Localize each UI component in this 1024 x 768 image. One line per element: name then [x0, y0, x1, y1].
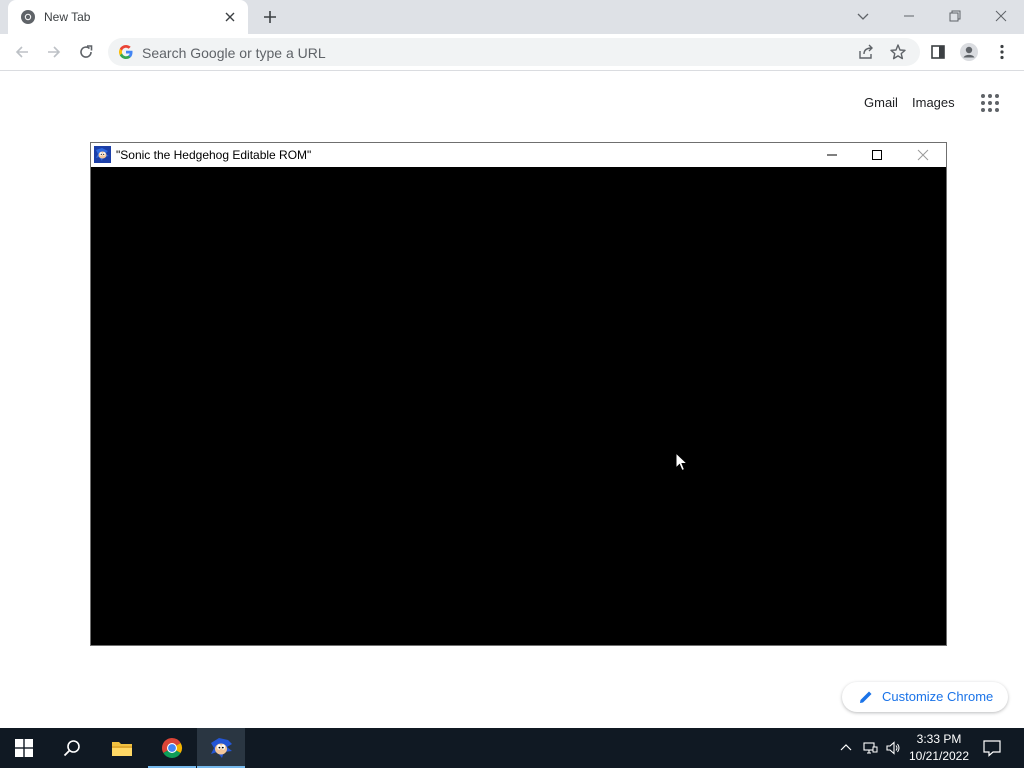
forward-arrow-icon[interactable]	[44, 42, 64, 62]
tab-close-icon[interactable]	[222, 9, 238, 25]
taskbar-clock[interactable]: 3:33 PM 10/21/2022	[906, 731, 972, 765]
minimize-icon[interactable]	[899, 6, 919, 26]
taskbar	[0, 728, 1024, 768]
chrome-icon	[162, 738, 182, 758]
clock-date: 10/21/2022	[908, 749, 970, 763]
close-window-icon[interactable]	[991, 6, 1011, 26]
share-icon[interactable]	[857, 43, 875, 61]
sonic-icon	[94, 146, 111, 163]
back-arrow-icon[interactable]	[12, 42, 32, 62]
restore-icon[interactable]	[945, 6, 965, 26]
emulator-maximize-icon[interactable]	[867, 145, 887, 165]
pencil-icon	[858, 689, 874, 705]
taskbar-file-explorer[interactable]	[98, 728, 146, 768]
start-button[interactable]	[0, 728, 48, 768]
tab-title: New Tab	[44, 10, 91, 24]
omnibox[interactable]: Search Google or type a URL	[108, 38, 920, 66]
customize-chrome-label: Customize Chrome	[882, 689, 994, 704]
side-panel-icon[interactable]	[928, 42, 948, 62]
chrome-icon	[20, 9, 36, 25]
customize-chrome-button[interactable]: Customize Chrome	[842, 682, 1008, 712]
browser-toolbar: Search Google or type a URL	[0, 34, 1024, 71]
bookmark-star-icon[interactable]	[889, 43, 907, 61]
gmail-link[interactable]: Gmail	[864, 95, 898, 110]
emulator-title: "Sonic the Hedgehog Editable ROM"	[116, 148, 312, 162]
google-g-icon	[118, 44, 134, 60]
search-icon	[63, 740, 80, 757]
emulator-game-screen[interactable]	[91, 167, 946, 645]
profile-avatar-icon[interactable]	[959, 42, 979, 62]
reload-icon[interactable]	[76, 42, 96, 62]
tab-new-tab[interactable]: New Tab	[8, 0, 248, 34]
sonic-icon	[211, 738, 232, 758]
omnibox-placeholder: Search Google or type a URL	[142, 45, 326, 61]
clock-time: 3:33 PM	[916, 732, 962, 746]
taskbar-chrome[interactable]	[148, 728, 196, 768]
file-explorer-icon	[112, 742, 132, 756]
new-tab-plus-icon[interactable]	[260, 7, 280, 27]
chrome-menu-icon[interactable]	[992, 42, 1012, 62]
images-link[interactable]: Images	[912, 95, 955, 110]
start-icon	[15, 739, 33, 757]
emulator-titlebar[interactable]: "Sonic the Hedgehog Editable ROM"	[91, 143, 946, 167]
tray-chevron-up-icon[interactable]	[838, 740, 854, 756]
tab-search-chevron-icon[interactable]	[853, 6, 873, 26]
network-icon[interactable]	[862, 740, 878, 756]
emulator-minimize-icon[interactable]	[822, 145, 842, 165]
taskbar-search-button[interactable]	[48, 728, 96, 768]
emulator-close-icon[interactable]	[913, 145, 933, 165]
volume-icon[interactable]	[885, 740, 901, 756]
screen: New Tab Search Google or type a URL Gmai…	[0, 0, 1024, 768]
tab-strip: New Tab	[0, 0, 1024, 34]
google-apps-icon[interactable]	[980, 93, 1000, 113]
mouse-cursor-icon	[675, 451, 689, 472]
emulator-window[interactable]: "Sonic the Hedgehog Editable ROM"	[90, 142, 947, 646]
notification-center-icon[interactable]	[982, 738, 1002, 758]
taskbar-sonic-emulator[interactable]	[197, 728, 245, 768]
